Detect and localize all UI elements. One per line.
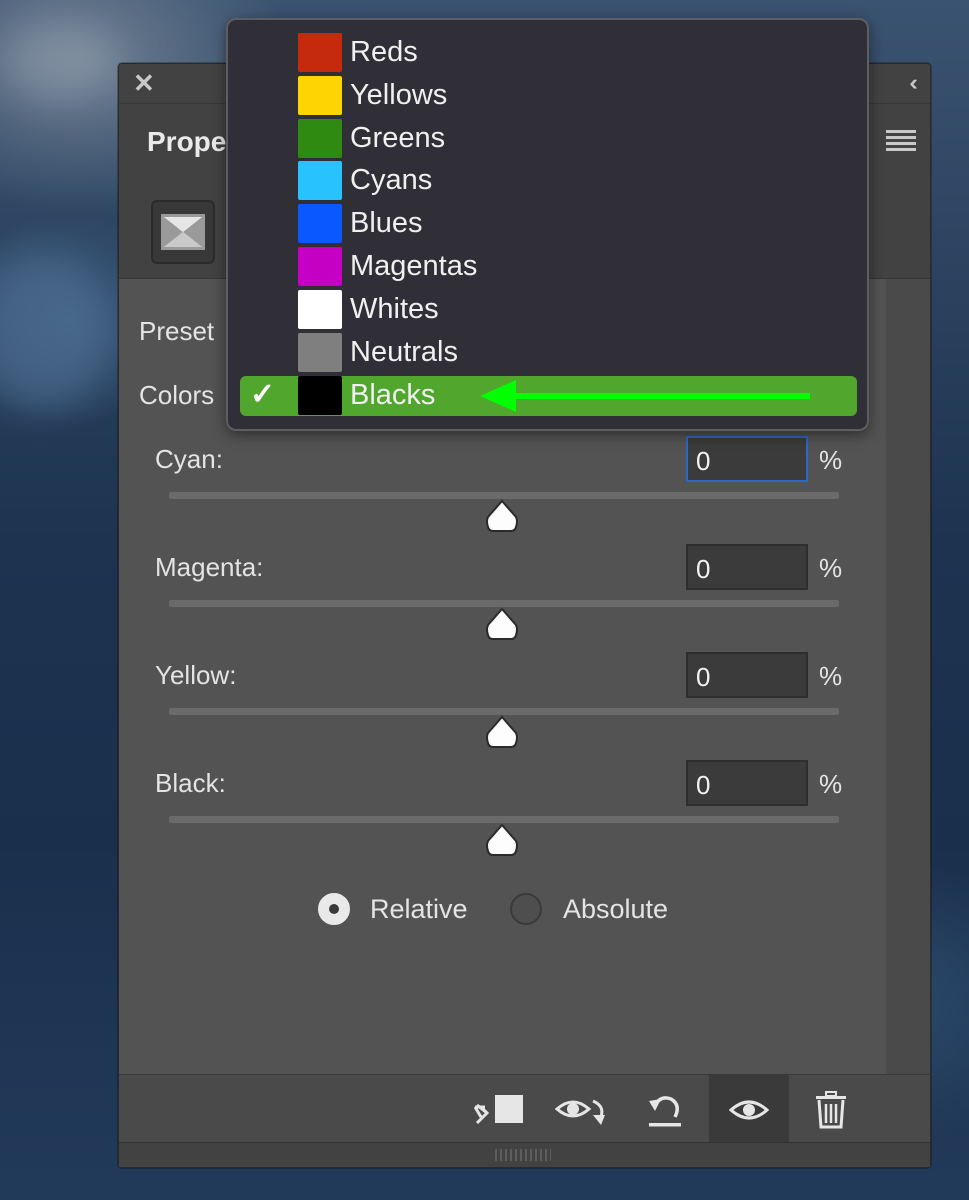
percent-label: % <box>819 661 843 691</box>
menu-item-blues[interactable]: Blues <box>240 204 857 244</box>
color-swatch <box>298 376 342 415</box>
background-blur <box>0 250 110 410</box>
background-blur <box>0 20 120 100</box>
cyan-slider-thumb[interactable] <box>484 499 520 535</box>
pointer-arrow-icon <box>480 380 810 412</box>
slider-label: Cyan: <box>155 444 223 474</box>
preset-label: Preset <box>139 316 215 346</box>
close-icon[interactable]: ✕ <box>133 70 155 96</box>
colors-label: Colors <box>139 380 215 410</box>
clip-to-layer-icon <box>473 1095 523 1125</box>
menu-item-yellows[interactable]: Yellows <box>240 76 857 116</box>
menu-item-label: Magentas <box>350 250 478 282</box>
menu-item-whites[interactable]: Whites <box>240 290 857 330</box>
color-swatch <box>298 161 342 200</box>
color-swatch <box>298 333 342 372</box>
menu-item-label: Whites <box>350 293 439 325</box>
menu-item-label: Blacks <box>350 379 436 411</box>
view-previous-state-icon <box>555 1099 605 1125</box>
percent-label: % <box>819 769 843 799</box>
panel-menu-icon[interactable] <box>886 130 916 151</box>
trash-icon <box>816 1091 846 1129</box>
color-swatch <box>298 119 342 158</box>
percent-label: % <box>819 553 843 583</box>
color-swatch <box>298 290 342 329</box>
color-swatch <box>298 204 342 243</box>
menu-item-label: Neutrals <box>350 336 458 368</box>
relative-label[interactable]: Relative <box>370 894 468 925</box>
black-slider-thumb[interactable] <box>484 823 520 859</box>
menu-item-label: Reds <box>350 36 418 68</box>
color-swatch <box>298 76 342 115</box>
magenta-slider-thumb[interactable] <box>484 607 520 643</box>
reset-icon <box>649 1096 681 1127</box>
color-swatch <box>298 247 342 286</box>
cyan-slider-track[interactable] <box>169 492 839 499</box>
menu-item-label: Greens <box>350 122 446 154</box>
resize-bar[interactable] <box>119 1142 930 1167</box>
percent-label: % <box>819 445 843 475</box>
menu-item-greens[interactable]: Greens <box>240 119 857 159</box>
collapse-icon[interactable]: ‹‹ <box>909 72 917 94</box>
slider-label: Magenta: <box>155 552 264 582</box>
black-slider-track[interactable] <box>169 816 839 823</box>
absolute-radio[interactable] <box>510 893 542 925</box>
scrollbar[interactable] <box>886 279 930 1074</box>
panel-title: Prope <box>147 126 227 157</box>
menu-item-reds[interactable]: Reds <box>240 33 857 73</box>
view-previous-state-button[interactable] <box>543 1075 623 1145</box>
panel-footer <box>119 1074 930 1145</box>
yellow-value-input[interactable]: 0 <box>686 652 808 698</box>
cyan-value-input[interactable]: 0 <box>686 436 808 482</box>
menu-item-cyans[interactable]: Cyans <box>240 161 857 201</box>
colors-dropdown-menu: Reds Yellows Greens Cyans Blues Magentas… <box>226 18 869 431</box>
slider-label: Yellow: <box>155 660 237 690</box>
magenta-value-input[interactable]: 0 <box>686 544 808 590</box>
menu-item-neutrals[interactable]: Neutrals <box>240 333 857 373</box>
eye-icon <box>729 1100 769 1120</box>
magenta-slider-track[interactable] <box>169 600 839 607</box>
menu-item-label: Cyans <box>350 164 433 196</box>
absolute-label[interactable]: Absolute <box>563 894 668 925</box>
toggle-visibility-button[interactable] <box>709 1075 789 1145</box>
checkmark-icon: ✓ <box>250 378 276 411</box>
black-value-input[interactable]: 0 <box>686 760 808 806</box>
relative-radio[interactable] <box>318 893 350 925</box>
yellow-slider-thumb[interactable] <box>484 715 520 751</box>
menu-item-label: Blues <box>350 207 423 239</box>
resize-grip-icon[interactable] <box>495 1149 551 1161</box>
yellow-slider-track[interactable] <box>169 708 839 715</box>
delete-button[interactable] <box>791 1075 871 1145</box>
menu-item-magentas[interactable]: Magentas <box>240 247 857 287</box>
color-swatch <box>298 33 342 72</box>
selective-color-icon <box>151 200 215 264</box>
reset-button[interactable] <box>625 1075 705 1145</box>
menu-item-label: Yellows <box>350 79 448 111</box>
clip-to-layer-button[interactable] <box>459 1075 539 1145</box>
slider-label: Black: <box>155 768 226 798</box>
